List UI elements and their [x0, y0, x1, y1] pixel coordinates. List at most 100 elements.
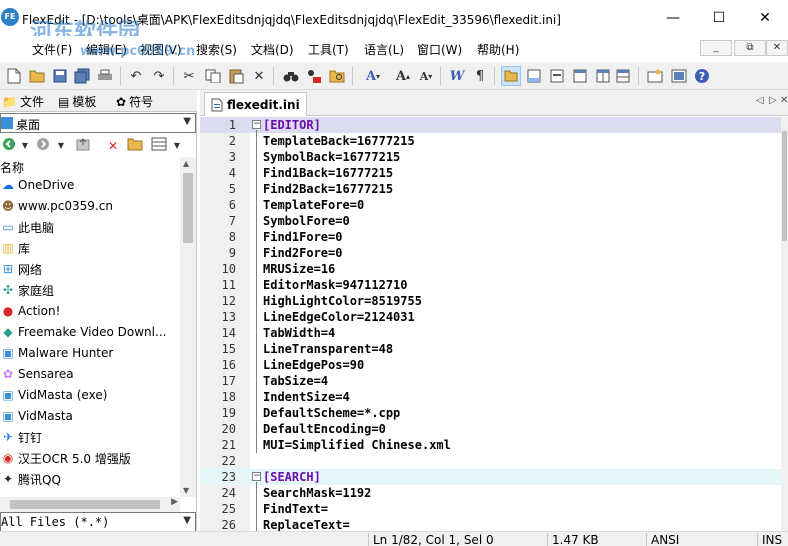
print-icon[interactable]	[95, 66, 115, 86]
redo-icon[interactable]: ↷	[149, 66, 169, 86]
list-item[interactable]: ⊞ 网络	[0, 259, 180, 279]
minimize-button[interactable]: —	[650, 0, 696, 36]
help-icon[interactable]: ?	[692, 66, 712, 86]
replace-icon[interactable]	[304, 66, 324, 86]
code-line[interactable]: 11 EditorMask=947112710	[200, 277, 781, 293]
code-line[interactable]: 21 MUI=Simplified Chinese.xml	[200, 437, 781, 453]
file-list-horizontal-scrollbar[interactable]: ▶	[0, 497, 180, 512]
code-line[interactable]: 14 TabWidth=4	[200, 325, 781, 341]
scroll-up-icon[interactable]: ▲	[183, 159, 189, 168]
fullscreen-icon[interactable]	[613, 66, 633, 86]
menu-window[interactable]: 窗口(W)	[417, 41, 462, 58]
list-item[interactable]: ● Action!	[0, 301, 180, 321]
document-tab[interactable]: flexedit.ini	[204, 92, 307, 116]
scrollbar-thumb[interactable]	[183, 173, 193, 243]
list-item[interactable]: ▭ 此电脑	[0, 217, 180, 237]
cut-icon[interactable]: ✂	[179, 66, 199, 86]
menu-document[interactable]: 文档(D)	[251, 41, 294, 58]
forward-dropdown-icon[interactable]: ▼	[52, 137, 70, 155]
mdi-close-button[interactable]: ✕	[766, 40, 788, 56]
save-all-icon[interactable]	[72, 66, 92, 86]
folder-select[interactable]: 桌面 ▼	[0, 113, 196, 133]
menu-help[interactable]: 帮助(H)	[477, 41, 519, 58]
output-panel-icon[interactable]	[524, 66, 544, 86]
list-item[interactable]: ▣ VidMasta (exe)	[0, 385, 180, 405]
view-mode-icon[interactable]	[150, 137, 168, 155]
code-editor[interactable]: 1− [EDITOR] 2 TemplateBack=16777215 3 SymbolB…	[200, 117, 788, 531]
save-icon[interactable]	[50, 66, 70, 86]
open-folder-icon[interactable]	[27, 66, 47, 86]
scrollbar-thumb[interactable]	[10, 500, 160, 509]
copy-icon[interactable]	[203, 66, 223, 86]
menu-tools[interactable]: 工具(T)	[308, 41, 349, 58]
code-line[interactable]: 13 LineEdgeColor=2124031	[200, 309, 781, 325]
list-item[interactable]: ▥ 库	[0, 238, 180, 258]
list-item[interactable]: ☻ www.pc0359.cn	[0, 196, 180, 216]
find-icon[interactable]	[281, 66, 301, 86]
list-item[interactable]: ▣ Malware Hunter	[0, 343, 180, 363]
paste-icon[interactable]	[226, 66, 246, 86]
view-mode-dropdown-icon[interactable]: ▼	[168, 137, 186, 155]
split-horizontal-icon[interactable]	[570, 66, 590, 86]
code-line[interactable]: 7 SymbolFore=0	[200, 213, 781, 229]
code-line[interactable]: 16 LineEdgePos=90	[200, 357, 781, 373]
code-line[interactable]: 9 Find2Fore=0	[200, 245, 781, 261]
close-button[interactable]: ✕	[742, 0, 788, 36]
code-line[interactable]: 4 Find1Back=16777215	[200, 165, 781, 181]
code-line[interactable]: 25 FindText=	[200, 501, 781, 517]
code-line[interactable]: 22	[200, 453, 781, 469]
scroll-right-icon[interactable]: ▶	[171, 497, 178, 507]
menu-view[interactable]: 视图(V)	[140, 41, 182, 58]
code-line[interactable]: 20 DefaultEncoding=0	[200, 421, 781, 437]
menu-file[interactable]: 文件(F)	[32, 41, 72, 58]
code-line[interactable]: 3 SymbolBack=16777215	[200, 149, 781, 165]
file-panel-icon[interactable]	[501, 66, 521, 86]
code-line[interactable]: 23 − [SEARCH]	[200, 469, 781, 485]
code-line[interactable]: 19 DefaultScheme=*.cpp	[200, 405, 781, 421]
tab-scroll-left-icon[interactable]: ◁	[756, 95, 764, 106]
list-item[interactable]: ◉ 汉王OCR 5.0 增强版	[0, 448, 180, 468]
editor-vertical-scrollbar[interactable]	[781, 117, 788, 531]
window-icon[interactable]	[669, 66, 689, 86]
insert-mode-indicator[interactable]: INS	[757, 533, 782, 546]
options-icon[interactable]	[645, 66, 665, 86]
column-header-name[interactable]: 名称	[0, 159, 24, 176]
menu-search[interactable]: 搜索(S)	[196, 41, 237, 58]
code-line[interactable]: 2 TemplateBack=16777215	[200, 133, 781, 149]
scroll-down-icon[interactable]: ▼	[183, 486, 189, 495]
split-vertical-icon[interactable]	[593, 66, 613, 86]
file-filter-select[interactable]: All Files (*.*) ▼	[0, 512, 196, 532]
list-item[interactable]: ✈ 钉钉	[0, 427, 180, 447]
up-folder-icon[interactable]	[74, 137, 92, 155]
code-line[interactable]: 17 TabSize=4	[200, 373, 781, 389]
encoding-indicator[interactable]: ANSI	[646, 533, 679, 546]
file-list-vertical-scrollbar[interactable]: ▲ ▼	[180, 157, 196, 497]
tab-symbols[interactable]: ✿ 符号	[116, 93, 153, 110]
code-line[interactable]: 18 IndentSize=4	[200, 389, 781, 405]
tab-files[interactable]: 📁 文件	[2, 93, 44, 110]
code-line[interactable]: 10 MRUSize=16	[200, 261, 781, 277]
tab-scroll-right-icon[interactable]: ▷	[769, 95, 777, 106]
tab-close-icon[interactable]: ✕	[780, 95, 788, 106]
new-file-icon[interactable]	[4, 66, 24, 86]
console-icon[interactable]	[547, 66, 567, 86]
list-item[interactable]: ◆ Freemake Video Downl...	[0, 322, 180, 342]
font-icon[interactable]: A ▾	[360, 66, 386, 86]
decrease-font-icon[interactable]: A ▾	[416, 66, 436, 86]
menu-edit[interactable]: 编辑(E)	[86, 41, 127, 58]
menu-language[interactable]: 语言(L)	[364, 41, 404, 58]
list-item[interactable]: ✿ Sensarea	[0, 364, 180, 384]
mdi-restore-button[interactable]: ⧉	[734, 40, 766, 56]
fold-toggle-icon[interactable]: −	[252, 472, 261, 481]
back-dropdown-icon[interactable]: ▼	[16, 137, 34, 155]
list-item[interactable]: ✦ 腾讯QQ	[0, 469, 180, 489]
list-item[interactable]: ▣ VidMasta	[0, 406, 180, 426]
list-item[interactable]: ✣ 家庭组	[0, 280, 180, 300]
code-line[interactable]: 24 SearchMask=1192	[200, 485, 781, 501]
show-whitespace-icon[interactable]: ¶	[470, 66, 490, 86]
new-folder-icon[interactable]	[126, 137, 144, 155]
mdi-minimize-button[interactable]: _	[700, 40, 732, 56]
delete-file-icon[interactable]: ✕	[104, 137, 122, 155]
code-line[interactable]: 1 − [EDITOR]	[200, 117, 781, 133]
list-item[interactable]: ☁ OneDrive	[0, 175, 180, 195]
